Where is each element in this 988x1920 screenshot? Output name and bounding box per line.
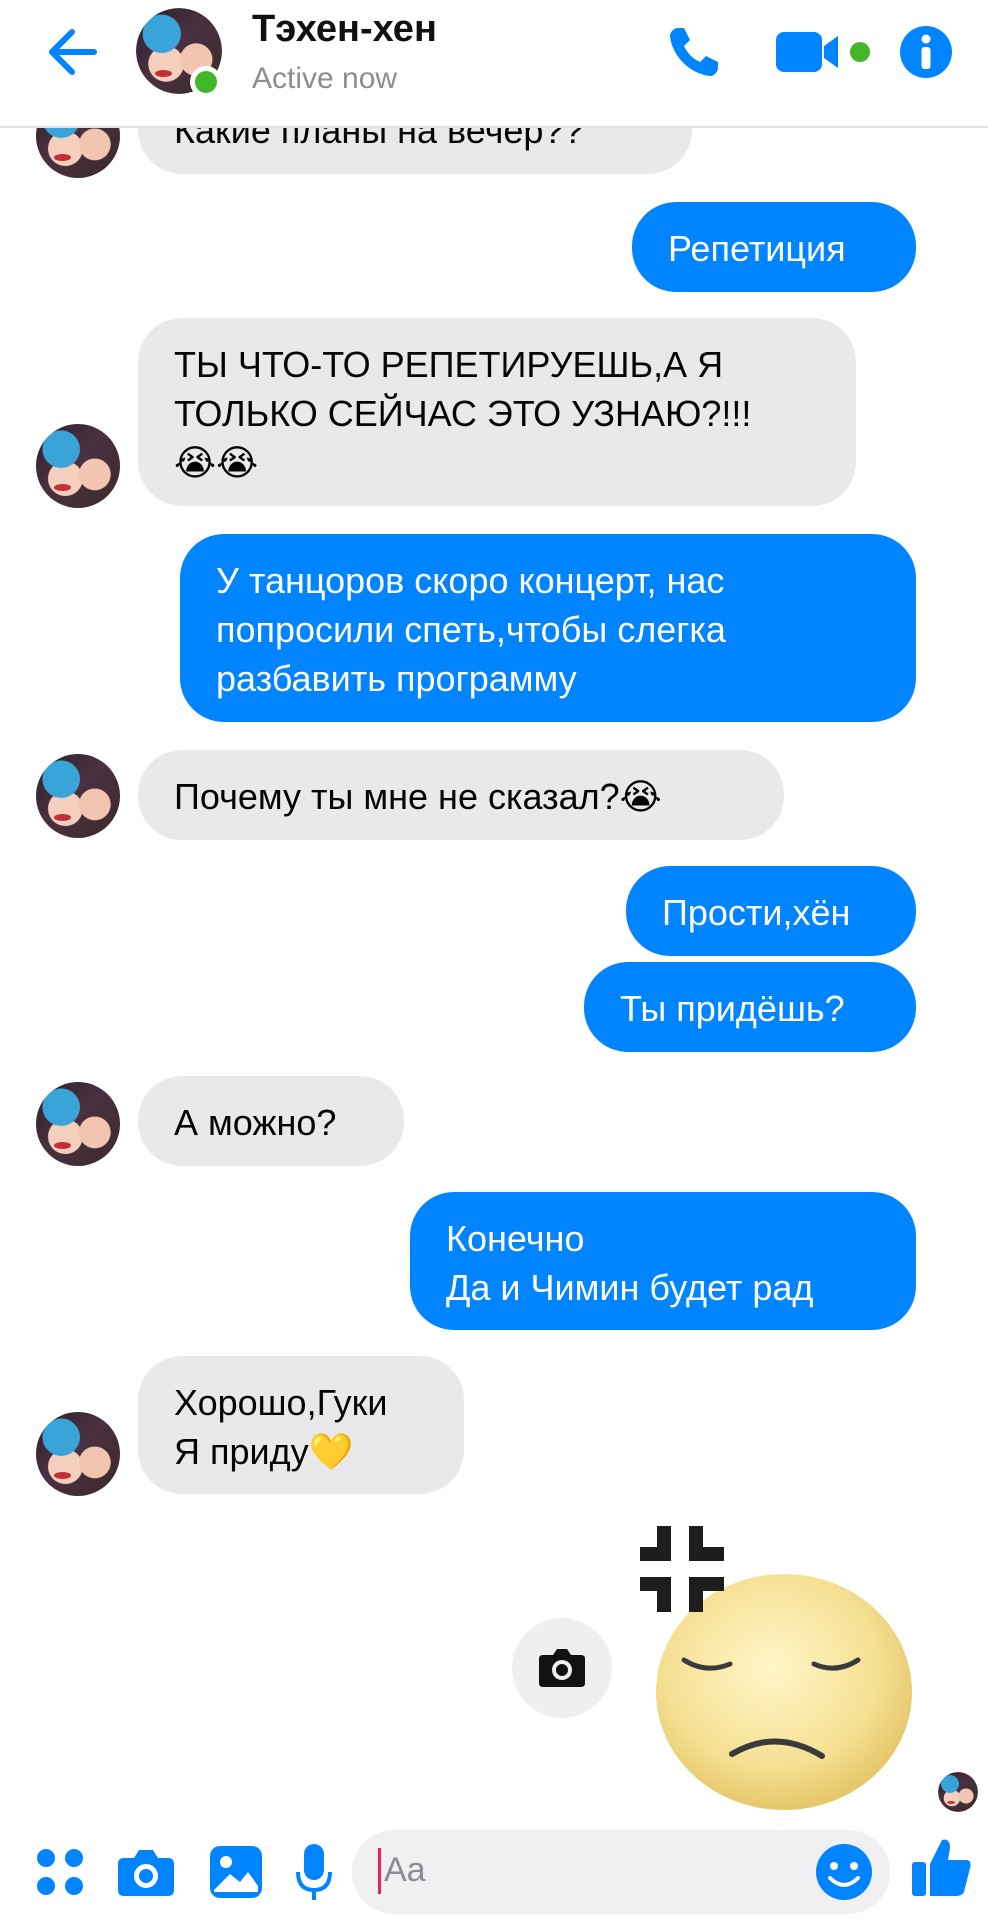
incoming-message[interactable]: Почему ты мне не сказал?😭 <box>138 750 784 840</box>
microphone-icon[interactable] <box>296 1844 332 1902</box>
info-icon[interactable] <box>898 24 954 80</box>
outgoing-message[interactable]: Прости,хён <box>626 866 916 956</box>
seen-receipt-avatar <box>938 1772 978 1812</box>
outgoing-message[interactable]: Репетиция <box>632 202 916 292</box>
outgoing-message[interactable]: Ты придёшь? <box>584 962 916 1052</box>
smiley-icon[interactable] <box>814 1842 874 1902</box>
text-caret <box>378 1848 381 1894</box>
active-status: Active now <box>252 62 398 95</box>
message-input-placeholder: Aa <box>384 1851 426 1889</box>
four-dots-icon[interactable] <box>36 1848 84 1896</box>
outgoing-message[interactable]: Конечно Да и Чимин будет рад <box>410 1192 916 1330</box>
camera-icon[interactable] <box>118 1848 174 1896</box>
contact-avatar-small <box>36 1412 120 1496</box>
annoyed-face-sticker[interactable] <box>636 1514 916 1814</box>
contact-avatar-small <box>36 1082 120 1166</box>
message-list[interactable]: Какие планы на вечер?? Репетиция ТЫ ЧТО-… <box>0 0 988 1820</box>
chat-header: Тэхен-хен Active now <box>0 0 988 128</box>
thumbs-up-icon[interactable] <box>912 1836 972 1898</box>
composer-bar: Aa <box>0 1824 988 1920</box>
camera-button[interactable] <box>512 1618 612 1718</box>
incoming-message[interactable]: ТЫ ЧТО-ТО РЕПЕТИРУЕШЬ,А Я ТОЛЬКО СЕЙЧАС … <box>138 318 856 506</box>
incoming-message[interactable]: Хорошо,Гуки Я приду💛 <box>138 1356 464 1494</box>
contact-avatar-small <box>36 754 120 838</box>
image-icon[interactable] <box>210 1846 262 1898</box>
back-arrow-icon[interactable] <box>44 20 104 84</box>
camera-icon <box>539 1649 585 1687</box>
phone-icon[interactable] <box>664 22 724 82</box>
contact-avatar-small <box>36 424 120 508</box>
incoming-message[interactable]: А можно? <box>138 1076 404 1166</box>
online-status-dot <box>190 66 222 98</box>
video-camera-icon[interactable] <box>776 26 874 78</box>
contact-name[interactable]: Тэхен-хен <box>252 8 437 51</box>
message-input[interactable]: Aa <box>352 1830 890 1914</box>
outgoing-message[interactable]: У танцоров скоро концерт, нас попросили … <box>180 534 916 722</box>
